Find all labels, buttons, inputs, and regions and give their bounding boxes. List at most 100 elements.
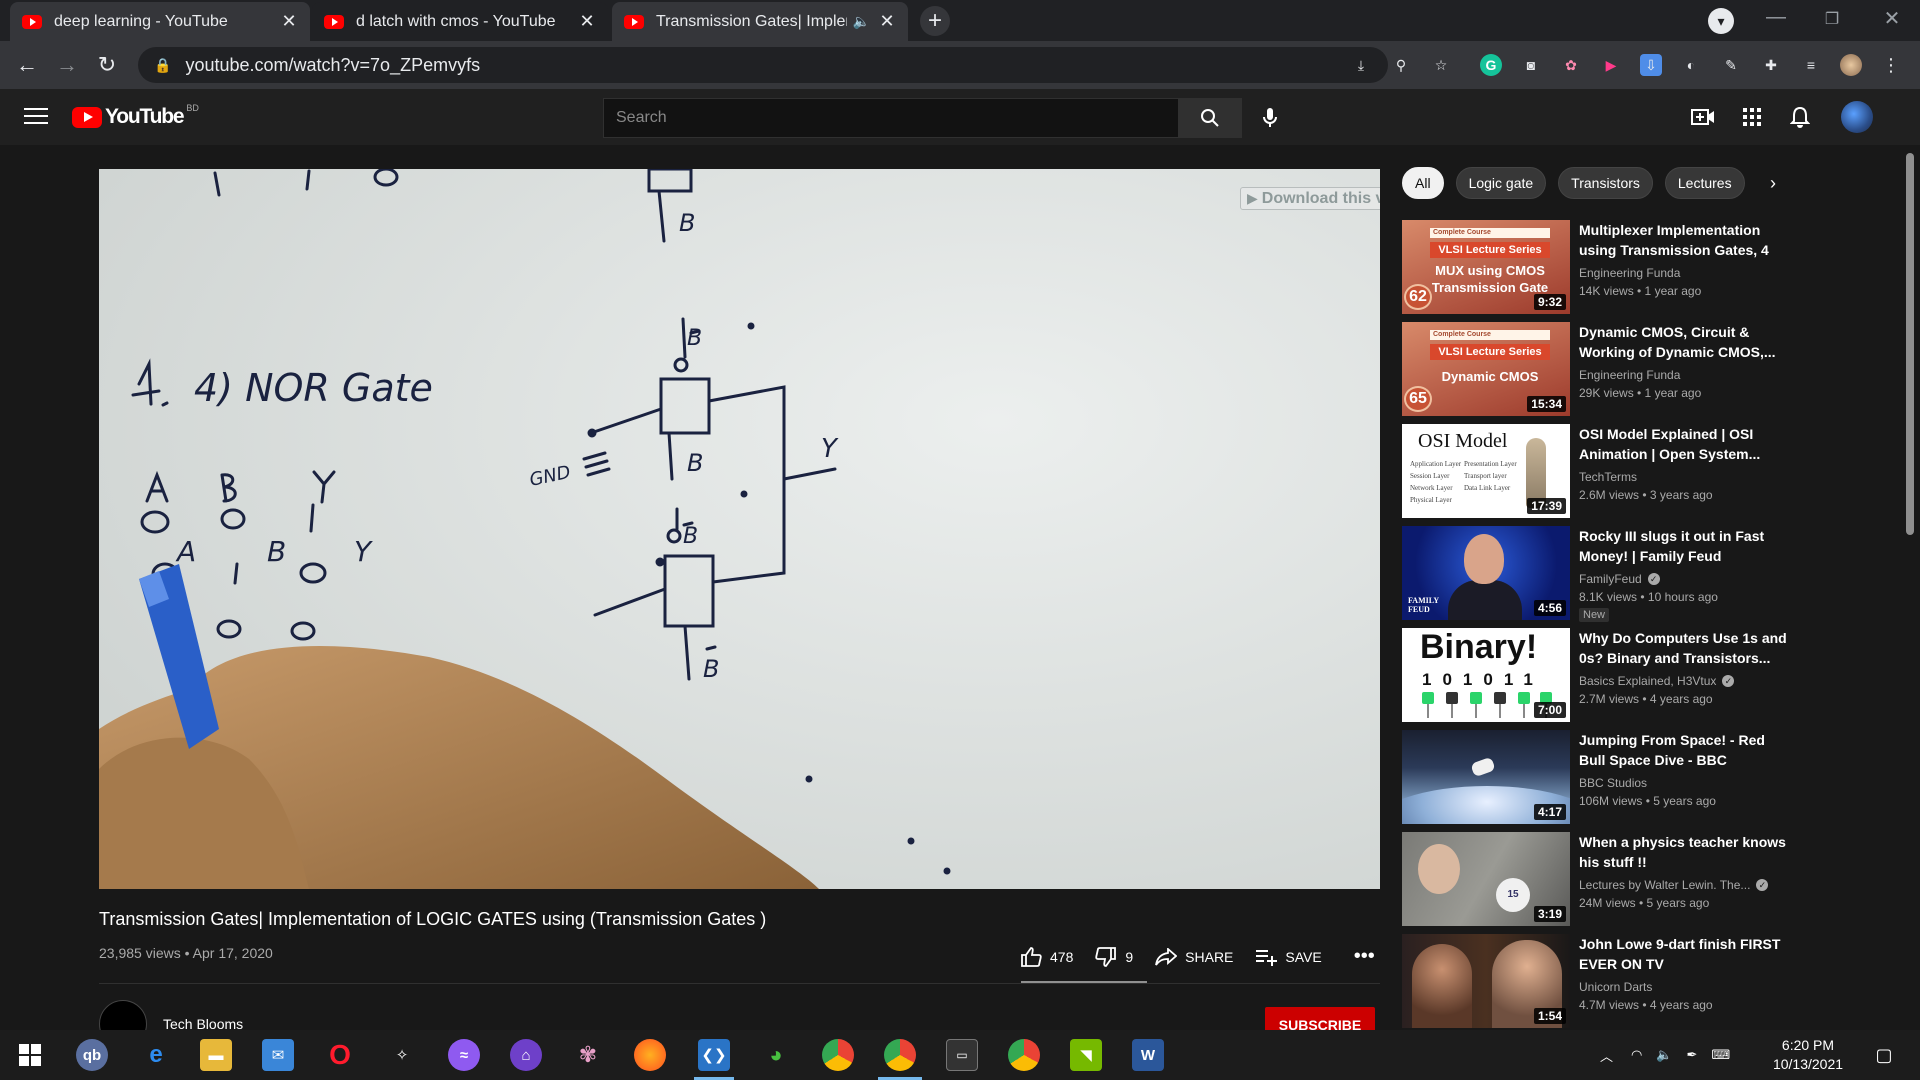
video-player[interactable]: 4) NOR Gate A B Y GND Y B B B B B ▶ Down…: [99, 169, 1380, 889]
edge-browser-icon[interactable]: e: [140, 1039, 172, 1071]
recommendation-channel[interactable]: FamilyFeud ✓: [1579, 572, 1789, 586]
screen-extension-icon[interactable]: ◐: [1680, 54, 1702, 76]
like-button[interactable]: 478: [1020, 946, 1073, 967]
app-flower-icon[interactable]: ✾: [572, 1039, 604, 1071]
camera-extension-icon[interactable]: ◙: [1520, 54, 1542, 76]
recommendation-item[interactable]: Complete Course VLSI Lecture Series MUX …: [1402, 220, 1902, 314]
recommendation-title[interactable]: John Lowe 9-dart finish FIRST EVER ON TV: [1579, 934, 1789, 974]
browser-tab-deep-learning[interactable]: deep learning - YouTube ✕: [10, 2, 310, 41]
video-thumbnail[interactable]: Complete Course VLSI Lecture Series Dyna…: [1402, 322, 1570, 416]
recommendation-channel[interactable]: Engineering Funda: [1579, 266, 1789, 280]
recommendation-title[interactable]: Jumping From Space! - Red Bull Space Div…: [1579, 730, 1789, 770]
file-explorer-icon[interactable]: ▬: [200, 1039, 232, 1071]
messenger-icon[interactable]: ≈: [448, 1039, 480, 1071]
satellite-app-icon[interactable]: ✧: [386, 1039, 418, 1071]
word-icon[interactable]: W: [1132, 1039, 1164, 1071]
video-thumbnail[interactable]: Complete Course VLSI Lecture Series MUX …: [1402, 220, 1570, 314]
chip-logic-gate[interactable]: Logic gate: [1455, 167, 1547, 199]
chevron-up-icon[interactable]: ︿: [1600, 1046, 1613, 1065]
keyboard-icon[interactable]: ⌨: [1711, 1047, 1730, 1063]
close-window-icon[interactable]: ✕: [1872, 6, 1912, 31]
vscode-icon[interactable]: ❮❯: [698, 1039, 730, 1071]
video-thumbnail[interactable]: Binary! 101011 7:00: [1402, 628, 1570, 722]
volume-icon[interactable]: 🔈: [1656, 1047, 1672, 1063]
firefox-icon[interactable]: [634, 1039, 666, 1071]
user-avatar[interactable]: [1841, 101, 1873, 133]
recommendation-item[interactable]: 1:54 John Lowe 9-dart finish FIRST EVER …: [1402, 934, 1902, 1028]
tab-search-icon[interactable]: ▾: [1708, 8, 1734, 34]
chevron-right-icon[interactable]: ›: [1770, 173, 1776, 194]
create-video-button[interactable]: [1689, 103, 1717, 131]
channel-name[interactable]: Tech Blooms: [163, 1016, 243, 1030]
recommendation-channel[interactable]: Unicorn Darts: [1579, 980, 1789, 994]
video-thumbnail[interactable]: OSI Model Application Layer Session Layer…: [1402, 424, 1570, 518]
minimize-icon[interactable]: —: [1756, 6, 1796, 29]
grammarly-extension-icon[interactable]: G: [1480, 54, 1502, 76]
nvidia-icon[interactable]: ◥: [1070, 1039, 1102, 1071]
recommendation-item[interactable]: OSI Model Application Layer Session Layer…: [1402, 424, 1902, 518]
back-icon[interactable]: ←: [13, 51, 41, 79]
youtube-logo[interactable]: YouTube BD: [72, 103, 199, 129]
github-desktop-icon[interactable]: ⌂: [510, 1039, 542, 1071]
close-icon[interactable]: ✕: [280, 11, 298, 32]
apps-button[interactable]: [1738, 103, 1766, 131]
close-icon[interactable]: ✕: [878, 11, 896, 32]
app-globe-icon[interactable]: ◕: [760, 1039, 792, 1071]
more-actions-icon[interactable]: •••: [1354, 945, 1375, 968]
recommendation-channel[interactable]: TechTerms: [1579, 470, 1789, 484]
voice-search-button[interactable]: [1252, 100, 1288, 136]
reload-icon[interactable]: ↻: [93, 51, 121, 79]
chrome-active-icon[interactable]: [884, 1039, 916, 1071]
recommendation-title[interactable]: Why Do Computers Use 1s and 0s? Binary a…: [1579, 628, 1789, 668]
zoom-icon[interactable]: ⚲: [1390, 54, 1412, 76]
hamburger-menu-icon[interactable]: [24, 105, 48, 127]
video-thumbnail[interactable]: 1:54: [1402, 934, 1570, 1028]
search-input[interactable]: [603, 98, 1178, 138]
windows-start-icon[interactable]: [14, 1039, 46, 1071]
chip-lectures[interactable]: Lectures: [1664, 167, 1745, 199]
recommendation-item[interactable]: Binary! 101011 7:00 Why Do Computers Use…: [1402, 628, 1902, 722]
chip-all[interactable]: All: [1402, 167, 1444, 199]
forward-icon[interactable]: →: [53, 51, 81, 79]
bookmark-star-icon[interactable]: ☆: [1430, 54, 1452, 76]
recommendation-item[interactable]: Complete Course VLSI Lecture Series Dyna…: [1402, 322, 1902, 416]
pen-extension-icon[interactable]: ✎: [1720, 54, 1742, 76]
recommendation-channel[interactable]: BBC Studios: [1579, 776, 1789, 790]
recommendation-title[interactable]: Rocky III slugs it out in Fast Money! | …: [1579, 526, 1789, 566]
recommendation-channel[interactable]: Lectures by Walter Lewin. The... ✓: [1579, 878, 1789, 892]
extension-icon[interactable]: ✿: [1560, 54, 1582, 76]
recommendation-item[interactable]: FAMILY FEUD 4:56 Rocky III slugs it out i…: [1402, 526, 1902, 622]
opera-browser-icon[interactable]: O: [324, 1039, 356, 1071]
browser-tab-transmission-gates[interactable]: Transmission Gates| Impleme 🔈 ✕: [612, 2, 908, 41]
recommendation-title[interactable]: When a physics teacher knows his stuff !…: [1579, 832, 1789, 872]
speaker-icon[interactable]: 🔈: [853, 13, 870, 30]
wifi-icon[interactable]: ◠: [1631, 1047, 1642, 1063]
new-tab-button[interactable]: +: [920, 6, 950, 36]
browser-tab-d-latch[interactable]: d latch with cmos - YouTube ✕: [312, 2, 608, 41]
recommendation-item[interactable]: 4:17 Jumping From Space! - Red Bull Spac…: [1402, 730, 1902, 824]
profile-avatar-icon[interactable]: [1840, 54, 1862, 76]
app-qb-icon[interactable]: qb: [76, 1039, 108, 1071]
play-extension-icon[interactable]: ▶: [1600, 54, 1622, 76]
close-icon[interactable]: ✕: [578, 11, 596, 32]
recommendation-channel[interactable]: Basics Explained, H3Vtux ✓: [1579, 674, 1789, 688]
reading-list-icon[interactable]: ≡: [1800, 54, 1822, 76]
subscribe-button[interactable]: SUBSCRIBE: [1265, 1007, 1375, 1030]
recommendation-title[interactable]: Multiplexer Implementation using Transmi…: [1579, 220, 1789, 260]
save-button[interactable]: SAVE: [1255, 948, 1322, 966]
chrome-icon[interactable]: [822, 1039, 854, 1071]
chrome-profile-icon[interactable]: [1008, 1039, 1040, 1071]
extensions-puzzle-icon[interactable]: ✚: [1760, 54, 1782, 76]
notifications-button[interactable]: [1786, 103, 1814, 131]
channel-avatar[interactable]: [99, 1000, 147, 1030]
download-video-button[interactable]: ▶ Download this video ? ✕: [1240, 187, 1380, 210]
mail-icon[interactable]: ✉: [262, 1039, 294, 1071]
download-extension-icon[interactable]: ⇩: [1640, 54, 1662, 76]
notification-center-icon[interactable]: ▢: [1868, 1039, 1900, 1071]
dislike-button[interactable]: 9: [1095, 946, 1133, 967]
restore-icon[interactable]: ❐: [1812, 9, 1852, 29]
recommendation-title[interactable]: OSI Model Explained | OSI Animation | Op…: [1579, 424, 1789, 464]
video-thumbnail[interactable]: 4:17: [1402, 730, 1570, 824]
share-button[interactable]: SHARE: [1155, 947, 1233, 966]
pen-icon[interactable]: ✒: [1687, 1047, 1698, 1063]
